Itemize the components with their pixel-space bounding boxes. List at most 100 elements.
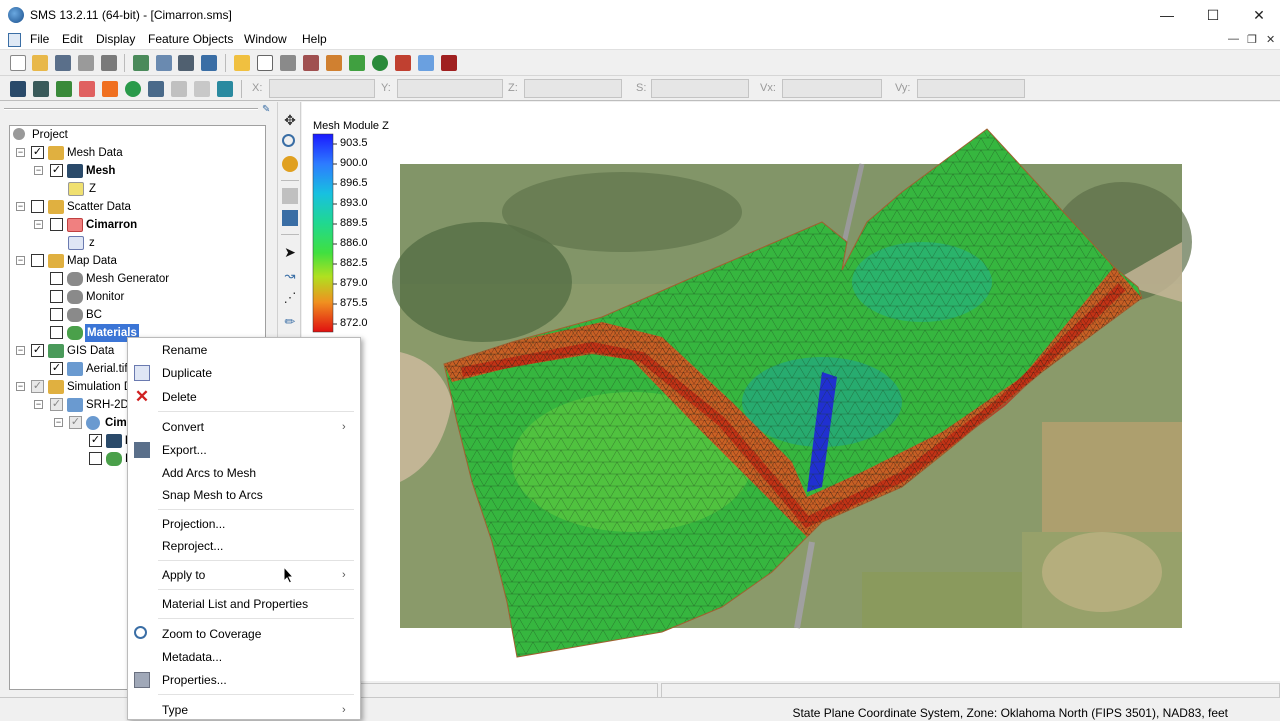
chart-icon[interactable] [326,55,342,71]
menu-item-snap-mesh-to-arcs[interactable]: Snap Mesh to Arcs [128,484,360,506]
mesh-module-icon[interactable] [10,81,26,97]
zoom-tool-icon[interactable] [282,134,295,147]
srh2d-checkbox[interactable]: ✓ [50,398,63,411]
bc-checkbox[interactable] [50,308,63,321]
grid-icon[interactable] [349,55,365,71]
coverage-icon [67,272,83,286]
graphics-window[interactable] [302,102,1280,681]
menu-file[interactable]: File [30,32,49,46]
simulation-data-checkbox[interactable]: ✓ [31,380,44,393]
menu-item-type[interactable]: Type › [128,699,360,721]
menu-help[interactable]: Help [302,32,327,46]
menu-item-convert[interactable]: Convert › [128,416,360,438]
display-icon[interactable] [178,55,194,71]
collapse-toggle[interactable]: − [16,148,25,157]
print-icon[interactable] [78,55,94,71]
close-button[interactable]: ✕ [1236,0,1280,30]
menu-item-metadata[interactable]: Metadata... [128,646,360,668]
create-arc-icon[interactable]: ↝ [282,268,298,284]
particle-module-icon[interactable] [148,81,164,97]
save-icon[interactable] [55,55,71,71]
uGrid-module-icon[interactable] [217,81,233,97]
map-data-checkbox[interactable] [31,254,44,267]
materials-checkbox[interactable] [50,326,63,339]
duplicate-icon [134,365,150,381]
globe-icon[interactable] [372,55,388,71]
gis-module-icon[interactable] [125,81,141,97]
document-icon[interactable] [8,33,21,47]
light-icon[interactable] [234,55,250,71]
collapse-toggle[interactable]: − [16,256,25,265]
menu-item-reproject[interactable]: Reproject... [128,535,360,557]
maximize-button[interactable]: ☐ [1190,0,1236,30]
collapse-toggle[interactable]: − [34,166,43,175]
y-coord-field [397,79,503,98]
measure-tool-icon[interactable] [282,188,298,204]
cimarron-checkbox[interactable] [50,218,63,231]
pin-icon[interactable]: ✎ [262,104,272,115]
link-bc-checkbox[interactable] [89,452,102,465]
curvilinear-module-icon[interactable] [194,81,210,97]
minimize-button[interactable]: — [1144,0,1190,30]
open-folder-icon[interactable] [32,55,48,71]
window-title: SMS 13.2.11 (64-bit) - [Cimarron.sms] [30,8,232,22]
plot-icon[interactable] [280,55,296,71]
mesh-data-checkbox[interactable]: ✓ [31,146,44,159]
cima-checkbox[interactable]: ✓ [69,416,82,429]
aerial-checkbox[interactable]: ✓ [50,362,63,375]
clipboard-icon[interactable] [395,55,411,71]
frame-image-icon[interactable] [133,55,149,71]
delete-icon[interactable] [101,55,117,71]
menu-display[interactable]: Display [96,32,135,46]
menu-item-add-arcs-to-mesh[interactable]: Add Arcs to Mesh [128,462,360,484]
mesh-checkbox[interactable]: ✓ [50,164,63,177]
grid-module-icon[interactable] [33,81,49,97]
menu-edit[interactable]: Edit [62,32,83,46]
collapse-toggle[interactable]: − [34,400,43,409]
contour-icon[interactable] [257,55,273,71]
menu-item-properties[interactable]: Properties... [128,669,360,691]
scatter-data-checkbox[interactable] [31,200,44,213]
quadtree-module-icon[interactable] [171,81,187,97]
folder-icon [48,380,64,394]
zoom-icon[interactable] [156,55,172,71]
mesh-generator-checkbox[interactable] [50,272,63,285]
map-view [312,128,1192,658]
menu-item-projection[interactable]: Projection... [128,513,360,535]
menu-item-rename[interactable]: Rename [128,339,360,361]
tools-icon[interactable] [303,55,319,71]
menu-item-apply-to[interactable]: Apply to › [128,564,360,586]
star-icon[interactable] [418,55,434,71]
properties-icon [134,672,150,688]
menu-window[interactable]: Window [244,32,287,46]
pan-icon[interactable]: ✥ [282,112,298,128]
link-mesh-checkbox[interactable]: ✓ [89,434,102,447]
mdi-minimize-button[interactable]: — [1228,33,1239,45]
select-arrow-icon[interactable]: ➤ [282,244,298,260]
collapse-toggle[interactable]: − [34,220,43,229]
mdi-close-button[interactable]: ✕ [1266,33,1275,46]
map-module-icon[interactable] [102,81,118,97]
new-file-icon[interactable] [10,55,26,71]
cartesian-module-icon[interactable] [56,81,72,97]
mdi-restore-button[interactable]: ❐ [1247,33,1257,46]
menu-item-delete[interactable]: ✕ Delete [128,386,360,408]
collapse-toggle[interactable]: − [16,382,25,391]
display-tool-icon[interactable] [282,210,298,226]
monitor-checkbox[interactable] [50,290,63,303]
menu-item-material-list[interactable]: Material List and Properties [128,593,360,615]
menu-item-export[interactable]: Export... [128,439,360,461]
scatter-module-icon[interactable] [79,81,95,97]
menu-feature-objects[interactable]: Feature Objects [148,32,233,46]
collapse-toggle[interactable]: − [54,418,63,427]
menu-item-zoom-to-coverage[interactable]: Zoom to Coverage [128,623,360,645]
menu-item-duplicate[interactable]: Duplicate [128,362,360,384]
select-vertex-icon[interactable]: ⋰ [282,290,298,306]
collapse-toggle[interactable]: − [16,202,25,211]
create-feature-icon[interactable]: ✏ [282,314,298,330]
collapse-toggle[interactable]: − [16,346,25,355]
axis-icon[interactable] [201,55,217,71]
rotate-tool-icon[interactable] [282,156,298,172]
toolbox-icon[interactable] [441,55,457,71]
gis-data-checkbox[interactable]: ✓ [31,344,44,357]
